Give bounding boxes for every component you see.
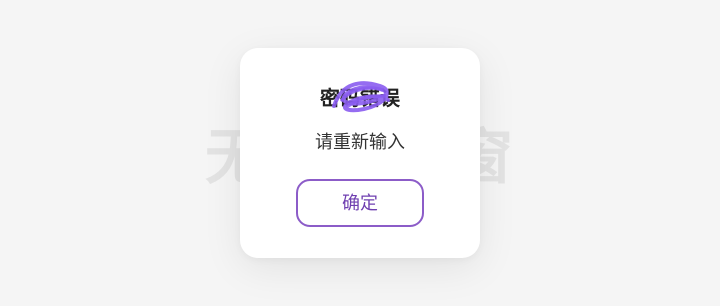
alert-dialog: 密码错误 请重新输入 确定 <box>240 48 480 258</box>
confirm-button[interactable]: 确定 <box>296 179 424 227</box>
scribble-redaction <box>332 81 390 113</box>
dialog-message: 请重新输入 <box>315 132 405 153</box>
